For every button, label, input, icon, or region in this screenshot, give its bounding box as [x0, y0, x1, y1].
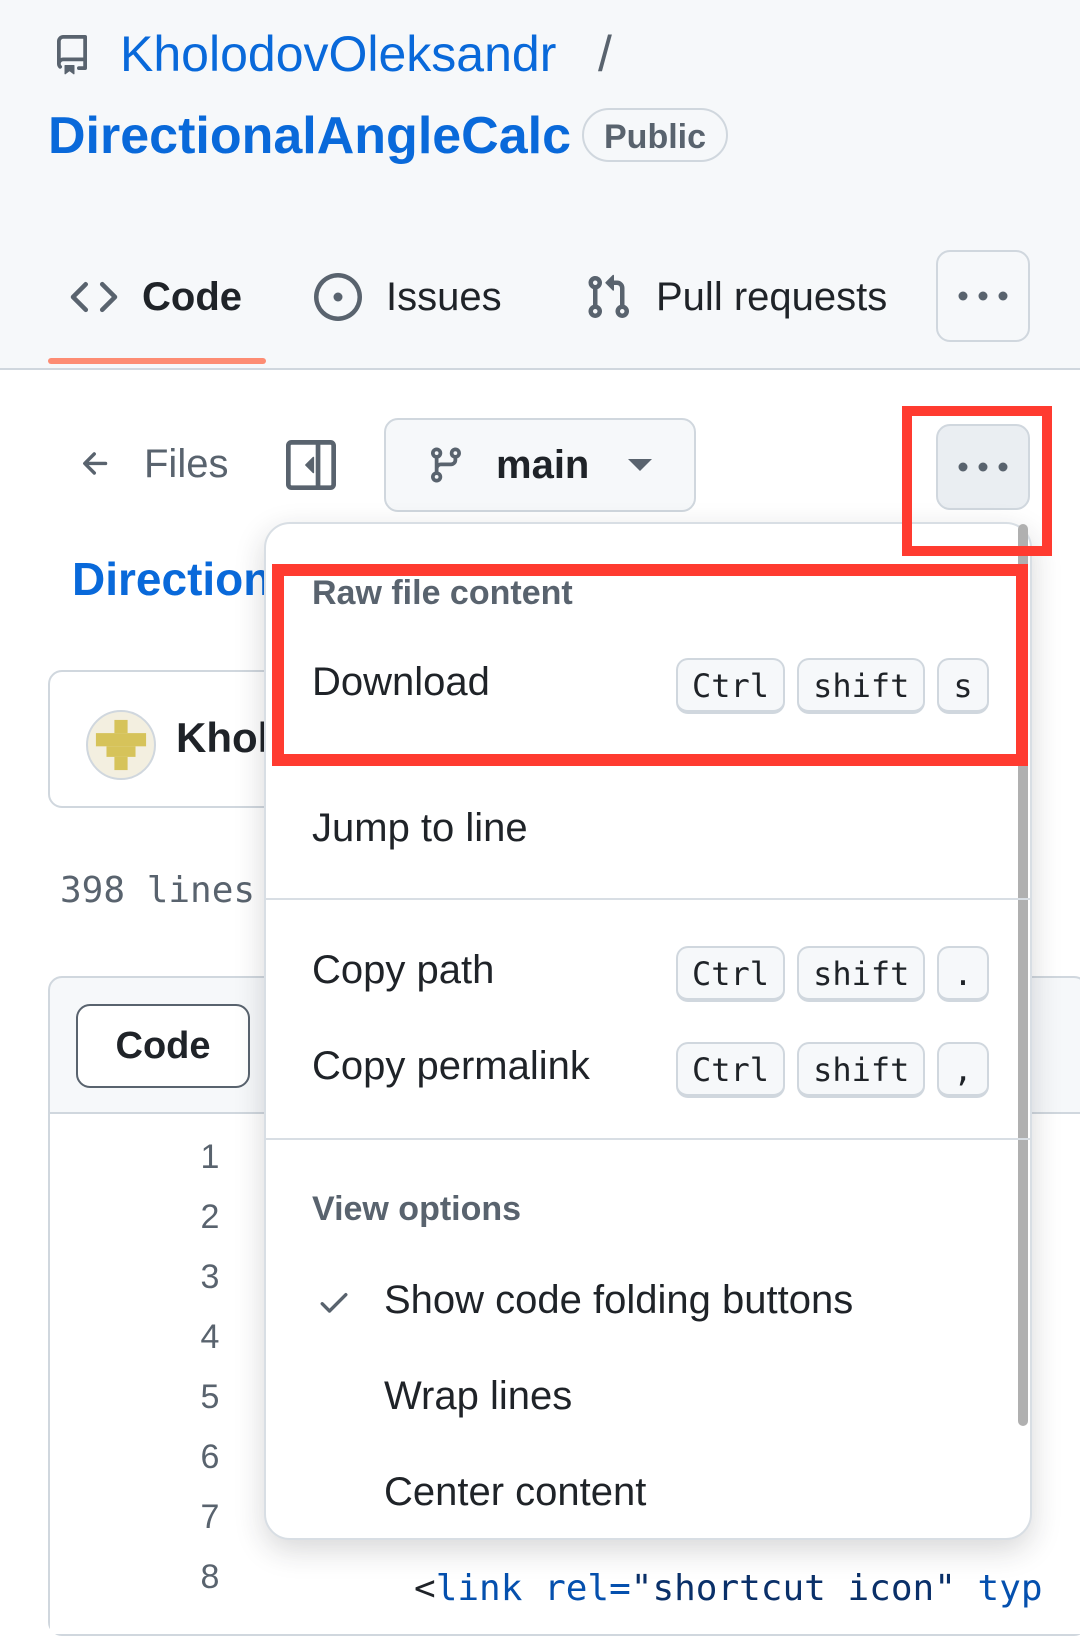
line-number[interactable]: 5 — [190, 1378, 230, 1438]
branch-selector-button[interactable]: main — [384, 418, 696, 512]
git-branch-icon — [430, 447, 461, 483]
tab-issues[interactable]: Issues — [314, 266, 502, 328]
tab-pull-requests-label: Pull requests — [656, 274, 888, 319]
active-tab-indicator — [48, 358, 266, 364]
triangle-down-icon — [628, 459, 653, 471]
highlight-box-kebab — [902, 406, 1052, 556]
center-content-label: Center content — [384, 1470, 647, 1514]
line-number[interactable]: 1 — [190, 1138, 230, 1198]
kbd-key: shift — [797, 946, 926, 1002]
tab-issues-label: Issues — [386, 274, 502, 319]
code-token-attr: typ — [955, 1568, 1043, 1609]
code-token-string: "shortcut icon" — [630, 1568, 956, 1609]
copy-path-label: Copy path — [312, 948, 495, 992]
menu-group-view-options: View options — [312, 1190, 522, 1228]
git-pull-request-icon — [588, 274, 630, 319]
branch-name: main — [496, 442, 590, 487]
line-number[interactable]: 4 — [190, 1318, 230, 1378]
repo-icon — [56, 35, 87, 75]
code-token: < — [414, 1568, 436, 1609]
jump-to-line-label: Jump to line — [312, 806, 528, 850]
tab-pull-requests[interactable]: Pull requests — [584, 266, 887, 328]
copy-path-shortcut: Ctrl shift . — [676, 946, 989, 1002]
show-folding-label: Show code folding buttons — [384, 1278, 854, 1322]
arrow-left-icon — [83, 452, 108, 475]
code-view-toggle[interactable]: Code — [76, 1004, 250, 1088]
repo-name-link[interactable]: DirectionalAngleCalc — [48, 104, 571, 168]
kbd-key: shift — [797, 1042, 926, 1098]
code-icon — [70, 281, 118, 313]
tab-code-label: Code — [142, 274, 242, 319]
visibility-badge: Public — [582, 108, 729, 162]
issue-opened-icon — [314, 273, 362, 321]
kbd-key: . — [937, 946, 989, 1002]
tab-code[interactable]: Code — [70, 266, 242, 328]
path-separator: / — [598, 26, 612, 82]
copy-permalink-label: Copy permalink — [312, 1044, 590, 1088]
files-label: Files — [144, 441, 229, 486]
menu-item-show-folding[interactable]: Show code folding buttons — [264, 1258, 1032, 1344]
avatar[interactable] — [86, 710, 156, 780]
code-token-tag: link — [435, 1568, 523, 1609]
identicon-icon — [95, 719, 147, 771]
more-tabs-button[interactable] — [936, 250, 1030, 342]
check-icon — [320, 1293, 348, 1313]
line-number[interactable]: 8 — [190, 1558, 230, 1618]
wrap-lines-label: Wrap lines — [384, 1374, 573, 1418]
kbd-key: Ctrl — [676, 1042, 786, 1098]
line-numbers: 1 2 3 4 5 6 7 8 — [190, 1138, 230, 1618]
kbd-key: Ctrl — [676, 946, 786, 1002]
line-number[interactable]: 7 — [190, 1498, 230, 1558]
kebab-horizontal-icon — [958, 291, 1008, 301]
code-token-attr: rel= — [522, 1568, 631, 1609]
line-number[interactable]: 3 — [190, 1258, 230, 1318]
menu-divider — [264, 1138, 1032, 1140]
repo-owner-link[interactable]: KholodovOleksandr — [120, 24, 556, 84]
copy-permalink-shortcut: Ctrl shift , — [676, 1042, 989, 1098]
menu-item-center-content[interactable]: Center content — [264, 1450, 1032, 1536]
file-path-title[interactable]: Direction — [72, 552, 271, 606]
code-line: <link rel="shortcut icon" typ — [414, 1568, 1043, 1609]
menu-item-copy-permalink[interactable]: Copy permalink Ctrl shift , — [264, 1024, 1032, 1112]
menu-item-copy-path[interactable]: Copy path Ctrl shift . — [264, 928, 1032, 1016]
file-lines-count: 398 lines — [60, 870, 256, 911]
menu-divider — [264, 898, 1032, 900]
sidebar-expand-icon[interactable] — [286, 440, 336, 490]
highlight-box-download — [272, 564, 1028, 766]
kbd-key: , — [937, 1042, 989, 1098]
commit-author[interactable]: Khol — [176, 714, 269, 762]
line-number[interactable]: 2 — [190, 1198, 230, 1258]
menu-item-jump-to-line[interactable]: Jump to line — [264, 786, 1032, 874]
line-number[interactable]: 6 — [190, 1438, 230, 1498]
menu-item-wrap-lines[interactable]: Wrap lines — [264, 1354, 1032, 1440]
back-to-files-button[interactable]: Files — [78, 436, 228, 492]
